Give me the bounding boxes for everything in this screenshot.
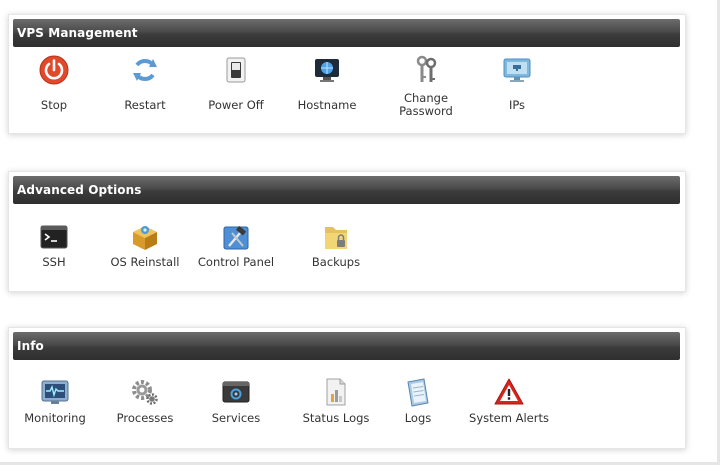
processes-label: Processes — [116, 411, 174, 425]
info-panel: Info Monitoring Processes Services Statu… — [8, 327, 686, 449]
network-display-icon — [503, 58, 531, 82]
toggle-switch-icon — [226, 57, 246, 83]
hostname-label: Hostname — [297, 98, 357, 112]
services-label: Services — [211, 411, 261, 425]
stop-label: Stop — [40, 98, 68, 112]
logs-button[interactable]: Logs — [373, 376, 463, 425]
gears-icon — [132, 380, 158, 405]
monitor-globe-icon — [315, 59, 339, 82]
os-reinstall-label: OS Reinstall — [110, 255, 180, 269]
notepad-icon — [407, 378, 429, 407]
control-panel-button[interactable]: Control Panel — [191, 221, 281, 269]
heartbeat-monitor-icon — [41, 380, 69, 404]
document-chart-icon — [326, 378, 346, 406]
folder-lock-icon — [325, 227, 347, 249]
advanced-options-icons: SSH OS Reinstall Control Panel Backups — [9, 216, 685, 286]
ssh-button[interactable]: SSH — [9, 221, 99, 269]
restart-label: Restart — [124, 98, 166, 112]
ssh-label: SSH — [42, 255, 66, 269]
keys-icon — [416, 55, 437, 82]
stop-button[interactable]: Stop — [9, 54, 99, 112]
backups-button[interactable]: Backups — [291, 221, 381, 269]
system-alerts-label: System Alerts — [469, 411, 549, 425]
services-window-icon — [222, 381, 250, 403]
processes-button[interactable]: Processes — [100, 376, 190, 425]
terminal-icon — [40, 225, 68, 249]
advanced-options-header: Advanced Options — [13, 176, 680, 204]
refresh-arrows-icon — [133, 59, 157, 81]
vps-management-icons: Stop Restart Power Off Hostname Change P… — [9, 55, 685, 129]
hostname-button[interactable]: Hostname — [282, 54, 372, 112]
advanced-options-panel: Advanced Options SSH OS Reinstall Contro… — [8, 171, 686, 292]
backups-label: Backups — [311, 255, 361, 269]
vps-management-panel: VPS Management Stop Restart Power Off Ho… — [8, 14, 686, 134]
change-password-label: Change Password — [399, 91, 453, 118]
ips-button[interactable]: IPs — [472, 54, 562, 112]
logs-label: Logs — [404, 411, 432, 425]
power-button-icon — [39, 55, 69, 85]
os-reinstall-button[interactable]: OS Reinstall — [100, 221, 190, 269]
system-alerts-button[interactable]: System Alerts — [464, 376, 554, 425]
info-header: Info — [13, 332, 680, 360]
monitoring-button[interactable]: Monitoring — [10, 376, 100, 425]
hammer-tools-icon — [223, 225, 249, 250]
restart-button[interactable]: Restart — [100, 54, 190, 112]
package-box-icon — [133, 226, 157, 250]
status-logs-button[interactable]: Status Logs — [291, 376, 381, 425]
power-off-label: Power Off — [208, 98, 264, 112]
info-icons: Monitoring Processes Services Status Log… — [9, 372, 685, 442]
ips-label: IPs — [508, 98, 526, 112]
control-panel-label: Control Panel — [197, 255, 275, 269]
status-logs-label: Status Logs — [302, 411, 370, 425]
services-button[interactable]: Services — [191, 376, 281, 425]
change-password-button[interactable]: Change Password — [381, 54, 471, 118]
monitoring-label: Monitoring — [24, 411, 86, 425]
power-off-button[interactable]: Power Off — [191, 54, 281, 112]
warning-triangle-icon — [494, 378, 524, 405]
vps-management-header: VPS Management — [13, 19, 680, 47]
